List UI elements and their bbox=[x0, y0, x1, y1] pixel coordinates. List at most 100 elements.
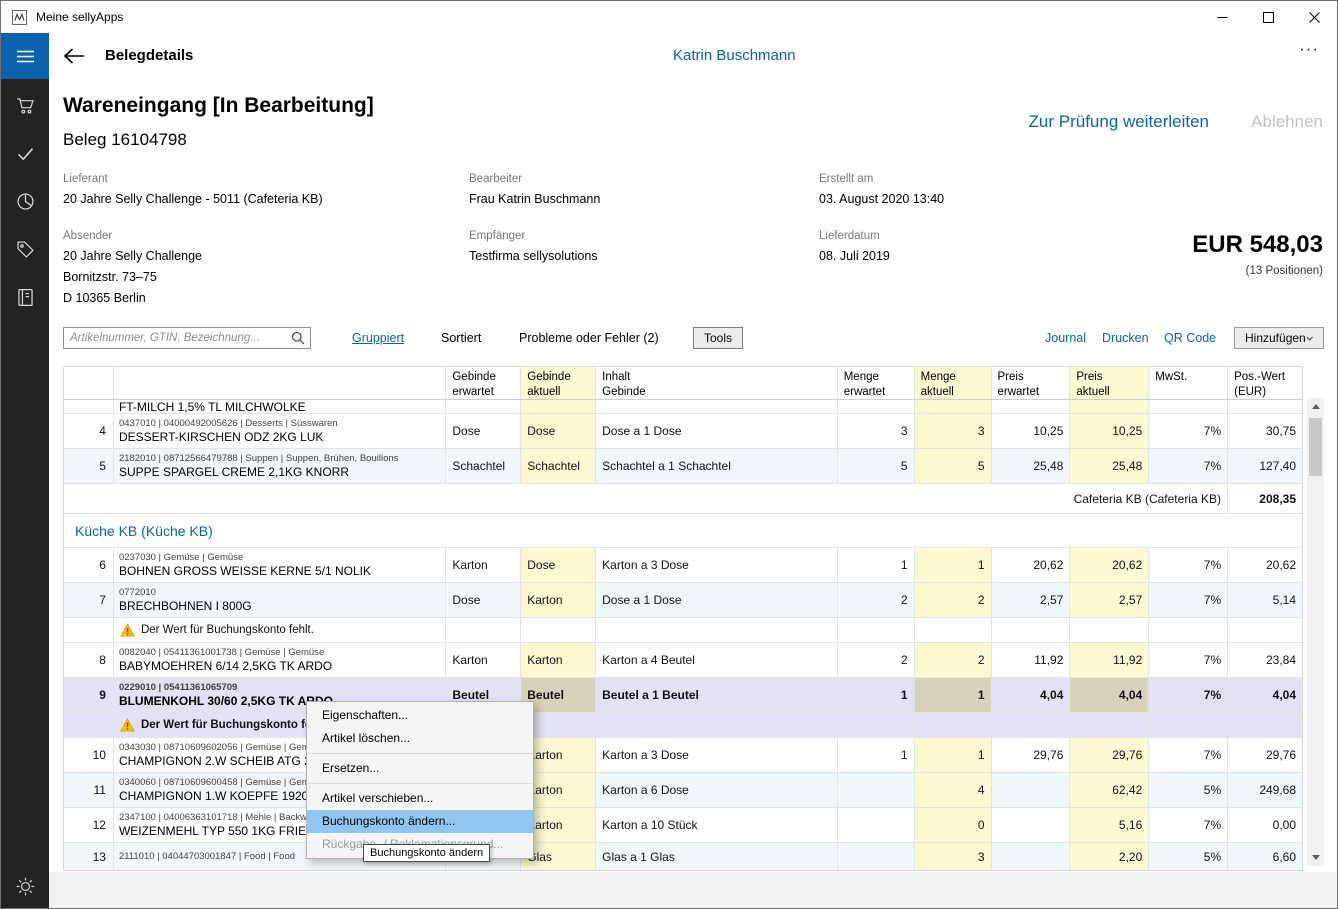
menge-erwartet-cell bbox=[838, 773, 915, 807]
table-row[interactable]: 80082040 | 05411361001738 | Gemüse | Gem… bbox=[64, 643, 1302, 678]
empty-cell bbox=[838, 713, 915, 737]
header-menge-aktuell[interactable]: Menge aktuell bbox=[915, 367, 992, 399]
sidebar-item-articles[interactable] bbox=[1, 225, 49, 273]
forward-for-review-button[interactable]: Zur Prüfung weiterleiten bbox=[1029, 112, 1209, 132]
table-row[interactable]: 110340060 | 08710609600458 | Gemüse | Ge… bbox=[64, 773, 1302, 808]
scroll-up-arrow[interactable] bbox=[1307, 398, 1324, 415]
menge-aktuell-cell: 1 bbox=[915, 678, 992, 712]
hinzufuegen-button[interactable]: Hinzufügen bbox=[1234, 327, 1324, 349]
menu-separator bbox=[308, 783, 532, 784]
preis-erwartet-cell: 2,57 bbox=[992, 583, 1071, 617]
more-options-button[interactable]: ··· bbox=[1299, 39, 1319, 59]
menge-aktuell-cell: 3 bbox=[915, 414, 992, 448]
menu-item[interactable]: Buchungskonto ändern... bbox=[307, 810, 533, 833]
field-value-absender-1: 20 Jahre Selly Challenge bbox=[63, 249, 202, 263]
empty-cell bbox=[446, 618, 521, 642]
scrollbar-thumb[interactable] bbox=[1309, 418, 1322, 476]
sidebar-item-settings[interactable] bbox=[1, 862, 49, 909]
header-gebinde-erwartet[interactable]: Gebinde erwartet bbox=[446, 367, 521, 399]
table-row[interactable]: 90229010 | 05411361065709BLUMENKOHL 30/6… bbox=[64, 678, 1302, 713]
search-icon[interactable] bbox=[291, 331, 305, 350]
mwst-cell: 7% bbox=[1149, 678, 1228, 712]
chevron-down-icon bbox=[1306, 335, 1313, 342]
subtotal-row: Cafeteria KB (Cafeteria KB)208,35 bbox=[64, 484, 1302, 514]
table-row[interactable]: 70772010BRECHBOHNEN I 800GDoseKartonDose… bbox=[64, 583, 1302, 618]
gruppiert-toggle[interactable]: Gruppiert bbox=[352, 331, 404, 345]
hamburger-menu-button[interactable] bbox=[1, 33, 49, 79]
scroll-down-arrow[interactable] bbox=[1307, 849, 1324, 866]
empty-cell bbox=[915, 713, 992, 737]
back-arrow-icon bbox=[63, 47, 85, 65]
menge-aktuell-cell: 2 bbox=[915, 643, 992, 677]
article-meta: 2182010 | 08712566479788 | Suppen | Supp… bbox=[119, 453, 398, 464]
pos-wert-cell: 4,04 bbox=[1228, 678, 1302, 712]
pos-wert-cell: 23,84 bbox=[1228, 643, 1302, 677]
app-title: Meine sellyApps bbox=[36, 10, 123, 24]
menu-item[interactable]: Ersetzen... bbox=[307, 757, 533, 780]
article-meta: 0340060 | 08710609600458 | Gemüse | Gemü… bbox=[119, 777, 325, 788]
sidebar-item-tasks[interactable] bbox=[1, 129, 49, 177]
menge-erwartet-cell: 1 bbox=[838, 678, 915, 712]
header-inhalt-gebinde[interactable]: Inhalt Gebinde bbox=[596, 367, 838, 399]
pos-wert-cell: 127,40 bbox=[1228, 449, 1302, 483]
qr-code-link[interactable]: QR Code bbox=[1164, 331, 1216, 345]
back-button[interactable] bbox=[61, 44, 87, 68]
header-rownum bbox=[64, 367, 114, 399]
search-input[interactable] bbox=[63, 327, 311, 349]
gebinde-aktuell-cell: Dose bbox=[521, 414, 596, 448]
minimize-button[interactable] bbox=[1199, 1, 1245, 33]
probleme-filter[interactable]: Probleme oder Fehler (2) bbox=[519, 331, 659, 345]
inhalt-gebinde-cell: Karton a 4 Beutel bbox=[596, 643, 838, 677]
article-name: BABYMOEHREN 6/14 2,5KG TK ARDO bbox=[119, 659, 332, 673]
menu-separator bbox=[308, 753, 532, 754]
sidebar-item-reports[interactable] bbox=[1, 177, 49, 225]
table-scrollbar[interactable] bbox=[1307, 398, 1324, 866]
menu-item[interactable]: Artikel verschieben... bbox=[307, 787, 533, 810]
preis-aktuell-cell: 2,57 bbox=[1070, 583, 1149, 617]
reject-button[interactable]: Ablehnen bbox=[1251, 112, 1323, 132]
sidebar-item-journal[interactable] bbox=[1, 273, 49, 321]
group-header-row: Küche KB (Küche KB) bbox=[64, 514, 1302, 548]
tools-button[interactable]: Tools bbox=[693, 327, 743, 349]
table-row[interactable]: 100343030 | 08710609602056 | Gemüse | Ge… bbox=[64, 738, 1302, 773]
header-pos-wert[interactable]: Pos.-Wert (EUR) bbox=[1228, 367, 1302, 399]
user-name[interactable]: Katrin Buschmann bbox=[673, 47, 796, 64]
maximize-button[interactable] bbox=[1245, 1, 1291, 33]
article-meta: 0229010 | 05411361065709 bbox=[119, 682, 237, 693]
gebinde-aktuell-cell: Karton bbox=[521, 643, 596, 677]
empty-cell bbox=[1149, 713, 1228, 737]
table-row[interactable]: 40437010 | 04000492005626 | Desserts | S… bbox=[64, 414, 1302, 449]
table-row-clipped[interactable]: FT-MILCH 1,5% TL MILCHWOLKE bbox=[64, 400, 1302, 414]
table-row[interactable]: 52182010 | 08712566479788 | Suppen | Sup… bbox=[64, 449, 1302, 484]
preis-aktuell-cell: 2,20 bbox=[1070, 843, 1149, 871]
menge-erwartet-cell: 2 bbox=[838, 643, 915, 677]
header-gebinde-aktuell[interactable]: Gebinde aktuell bbox=[521, 367, 596, 399]
article-meta: 2111010 | 04044703001847 | Food | Food bbox=[119, 851, 295, 862]
menge-erwartet-cell: 1 bbox=[838, 738, 915, 772]
drucken-link[interactable]: Drucken bbox=[1102, 331, 1149, 345]
empty-cell bbox=[1228, 713, 1302, 737]
field-value-lieferant: 20 Jahre Selly Challenge - 5011 (Cafeter… bbox=[63, 192, 323, 206]
sidebar-item-cart[interactable] bbox=[1, 81, 49, 129]
menge-erwartet-cell bbox=[838, 400, 915, 413]
empty-cell bbox=[596, 713, 838, 737]
article-name: CHAMPIGNON 1.W KOEPFE 1920G bbox=[119, 789, 318, 803]
header-preis-erwartet[interactable]: Preis erwartet bbox=[992, 367, 1071, 399]
empty-cell bbox=[992, 618, 1071, 642]
header-preis-aktuell[interactable]: Preis aktuell bbox=[1070, 367, 1149, 399]
article-name: DESSERT-KIRSCHEN ODZ 2KG LUK bbox=[119, 430, 324, 444]
header-menge-erwartet[interactable]: Menge erwartet bbox=[838, 367, 915, 399]
menu-item[interactable]: Eigenschaften... bbox=[307, 704, 533, 727]
table-row[interactable]: 60237030 | Gemüse | GemüseBOHNEN GROSS W… bbox=[64, 548, 1302, 583]
document-number: Beleg 16104798 bbox=[63, 130, 187, 150]
journal-link[interactable]: Journal bbox=[1045, 331, 1086, 345]
gebinde-erwartet-cell: Karton bbox=[446, 643, 521, 677]
header-mwst[interactable]: MwSt. bbox=[1149, 367, 1228, 399]
gebinde-erwartet-cell: Dose bbox=[446, 414, 521, 448]
sortiert-toggle[interactable]: Sortiert bbox=[441, 331, 481, 345]
table-row[interactable]: 122347100 | 04006363101718 | Mehle | Bac… bbox=[64, 808, 1302, 843]
warning-icon bbox=[120, 718, 135, 732]
menu-item[interactable]: Artikel löschen... bbox=[307, 727, 533, 750]
close-button[interactable] bbox=[1291, 1, 1337, 33]
table-row[interactable]: 132111010 | 04044703001847 | Food | Food… bbox=[64, 843, 1302, 871]
